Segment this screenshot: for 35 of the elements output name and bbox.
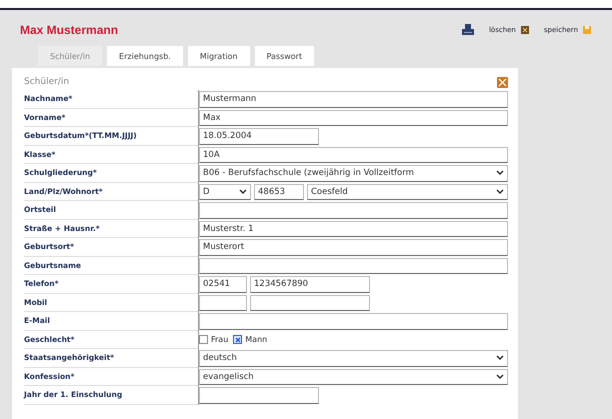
section-title: Schüler/in <box>24 77 70 87</box>
chevron-icon <box>239 188 247 195</box>
zip-field[interactable]: 48653 <box>254 184 304 200</box>
country-dropdown[interactable]: D <box>199 184 251 200</box>
phone-field[interactable]: 1234567890 <box>250 276 370 292</box>
checkbox[interactable] <box>199 335 208 344</box>
text-field[interactable]: Max <box>199 110 508 126</box>
chevron-icon <box>496 355 504 362</box>
chevron-icon <box>496 188 504 195</box>
area-code-field[interactable]: 02541 <box>199 276 247 292</box>
student-name-title: Max Mustermann <box>20 23 120 37</box>
dropdown[interactable]: evangelisch <box>199 368 508 385</box>
text-field[interactable] <box>199 202 508 218</box>
text-field[interactable] <box>199 258 508 274</box>
tab[interactable]: Migration <box>188 46 250 66</box>
text-field[interactable] <box>199 313 508 330</box>
text-field[interactable]: Mustermann <box>199 91 508 108</box>
dropdown[interactable]: B06 - Berufsfachschule (zweijährig in Vollzeitform <box>199 165 508 182</box>
dropdown[interactable]: deutsch <box>199 350 508 366</box>
text-field[interactable]: 18.05.2004 <box>199 128 319 144</box>
tab[interactable]: Passwort <box>254 46 314 66</box>
tab[interactable]: Erziehungsb. <box>107 46 183 66</box>
text-field[interactable]: Musterstr. 1 <box>199 220 508 237</box>
chevron-icon <box>496 170 504 176</box>
text-field[interactable]: Musterort <box>199 239 508 256</box>
city-dropdown[interactable]: Coesfeld <box>307 184 508 200</box>
option-label: Frau <box>211 335 228 344</box>
text-field[interactable] <box>199 387 319 404</box>
area-code-field[interactable] <box>199 294 247 311</box>
printer-icon[interactable] <box>460 24 475 36</box>
option-label: Mann <box>245 335 268 344</box>
text-field[interactable]: 10A <box>199 146 508 163</box>
phone-field[interactable] <box>250 294 370 311</box>
chevron-icon <box>496 374 504 380</box>
checkbox[interactable] <box>233 335 242 344</box>
